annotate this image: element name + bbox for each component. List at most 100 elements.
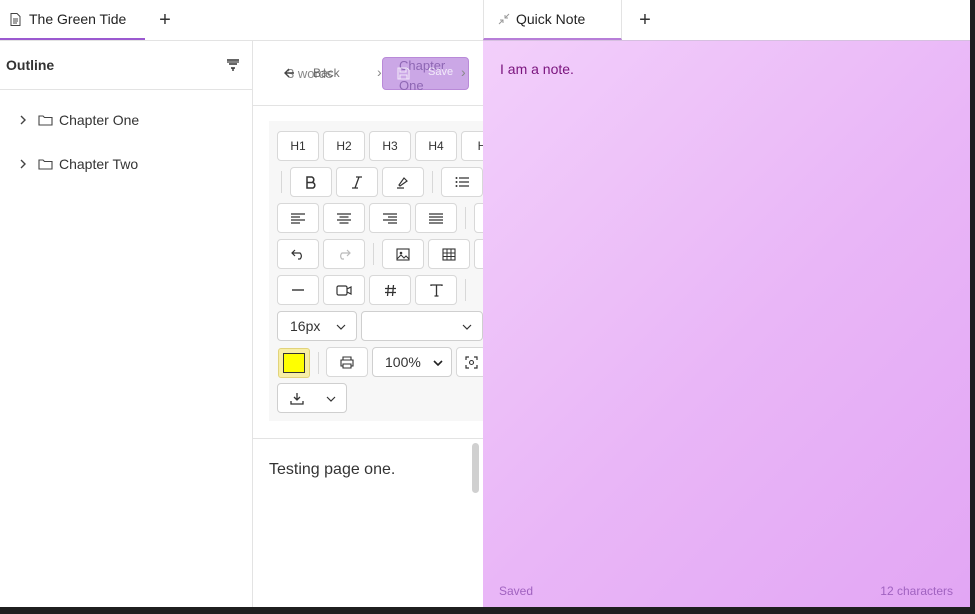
chevron-right-icon: ›	[461, 64, 466, 80]
fit-screen-button[interactable]	[456, 347, 483, 377]
add-note-button[interactable]: +	[635, 10, 655, 30]
color-chip	[283, 353, 305, 373]
insert-video-button[interactable]	[323, 275, 365, 305]
toolbar-divider	[465, 279, 466, 301]
chevron-down-icon	[336, 324, 346, 330]
text-icon	[429, 283, 443, 297]
list-icon	[455, 177, 469, 187]
undo-button[interactable]	[277, 239, 319, 269]
hashtag-button[interactable]	[369, 275, 411, 305]
formatting-toolbar: H1 H2 H3 H4 H 16px 100%	[269, 121, 483, 421]
heading-5-button[interactable]: H	[461, 131, 483, 161]
chevron-right-icon[interactable]	[18, 159, 28, 169]
video-icon	[336, 284, 352, 296]
heading-4-label: H4	[428, 139, 444, 153]
align-center-button[interactable]	[323, 203, 365, 233]
outline-item-chapter-one[interactable]: Chapter One	[18, 112, 139, 128]
content-scrollbar[interactable]	[472, 443, 479, 493]
redo-icon	[340, 249, 351, 260]
chevron-down-icon	[462, 324, 472, 330]
app-window: The Green Tide + Outline Chapter One Cha…	[0, 0, 970, 607]
document-icon	[10, 12, 21, 26]
align-right-icon	[383, 212, 397, 224]
align-left-button[interactable]	[277, 203, 319, 233]
back-button[interactable]: Back	[283, 66, 340, 80]
outline-header: Outline	[0, 41, 252, 90]
overflow-button[interactable]	[474, 239, 483, 269]
character-count: 12 characters	[880, 584, 953, 598]
horizontal-rule-button[interactable]	[277, 275, 319, 305]
hashtag-icon	[384, 284, 396, 296]
download-button[interactable]	[277, 383, 347, 413]
toolbar-divider	[432, 171, 433, 193]
tab-quick-note[interactable]: Quick Note	[483, 0, 622, 40]
chevron-down-icon	[326, 396, 336, 402]
note-tab-label: Quick Note	[516, 11, 586, 27]
highlight-color-swatch[interactable]	[278, 348, 310, 378]
outline-item-label: Chapter One	[59, 112, 140, 128]
insert-image-button[interactable]	[382, 239, 424, 269]
align-justify-button[interactable]	[415, 203, 457, 233]
quick-note-panel: Quick Note + I am a note. Saved 12 chara…	[483, 0, 970, 607]
outline-sidebar: Outline Chapter One Chapter Two	[0, 41, 253, 607]
page-content[interactable]: Testing page one.	[269, 461, 395, 479]
back-label: Back	[313, 66, 340, 80]
font-size-select[interactable]: 16px	[277, 311, 357, 341]
heading-4-button[interactable]: H4	[415, 131, 457, 161]
outline-item-label: Chapter Two	[59, 156, 139, 172]
heading-1-label: H1	[290, 139, 306, 153]
heading-1-button[interactable]: H1	[277, 131, 319, 161]
filter-lines-icon[interactable]	[226, 58, 240, 72]
undo-icon	[291, 249, 302, 260]
save-disk-icon	[397, 67, 410, 80]
chevron-right-icon: ›	[377, 64, 382, 80]
toolbar-divider	[465, 207, 466, 229]
italic-icon	[352, 175, 362, 189]
align-right-button[interactable]	[369, 203, 411, 233]
folder-icon	[38, 115, 53, 126]
image-icon	[396, 247, 410, 261]
italic-button[interactable]	[336, 167, 378, 197]
content-divider	[253, 438, 483, 439]
font-family-select[interactable]	[361, 311, 483, 341]
heading-3-button[interactable]: H3	[369, 131, 411, 161]
bullet-list-button[interactable]	[441, 167, 483, 197]
arrow-left-icon	[284, 68, 294, 78]
bold-button[interactable]	[290, 167, 332, 197]
note-text[interactable]: I am a note.	[500, 61, 574, 77]
print-button[interactable]	[326, 347, 368, 377]
align-center-icon	[337, 212, 351, 224]
document-tab-bar: The Green Tide +	[0, 0, 483, 41]
editor-header: 3 words Back › Chapter One Save ›	[253, 41, 483, 106]
toolbar-divider	[373, 243, 374, 265]
insert-table-button[interactable]	[428, 239, 470, 269]
outline-item-chapter-two[interactable]: Chapter Two	[18, 156, 138, 172]
zoom-select[interactable]: 100%	[372, 347, 452, 377]
tab-document[interactable]: The Green Tide	[0, 0, 145, 40]
heading-2-button[interactable]: H2	[323, 131, 365, 161]
tab-document-label: The Green Tide	[29, 11, 127, 27]
align-left-icon	[291, 212, 305, 224]
heading-2-label: H2	[336, 139, 352, 153]
redo-button[interactable]	[323, 239, 365, 269]
minimize-icon[interactable]	[498, 13, 510, 25]
heading-3-label: H3	[382, 139, 398, 153]
highlight-button[interactable]	[382, 167, 424, 197]
focus-frame-icon	[464, 355, 478, 369]
folder-icon	[38, 159, 53, 170]
overflow-button[interactable]	[474, 203, 483, 233]
toolbar-divider	[281, 171, 282, 193]
bold-icon	[306, 175, 316, 189]
save-status: Saved	[499, 584, 534, 598]
chevron-right-icon[interactable]	[18, 115, 28, 125]
font-size-value: 16px	[290, 318, 321, 334]
toolbar-divider	[318, 352, 319, 374]
add-tab-button[interactable]: +	[155, 10, 175, 30]
note-tab-bar: Quick Note +	[483, 0, 970, 41]
text-style-button[interactable]	[415, 275, 457, 305]
save-button[interactable]: Chapter One Save	[382, 57, 469, 93]
download-icon	[290, 392, 304, 405]
table-icon	[442, 247, 456, 261]
align-justify-icon	[429, 212, 443, 224]
zoom-value: 100%	[385, 354, 421, 370]
